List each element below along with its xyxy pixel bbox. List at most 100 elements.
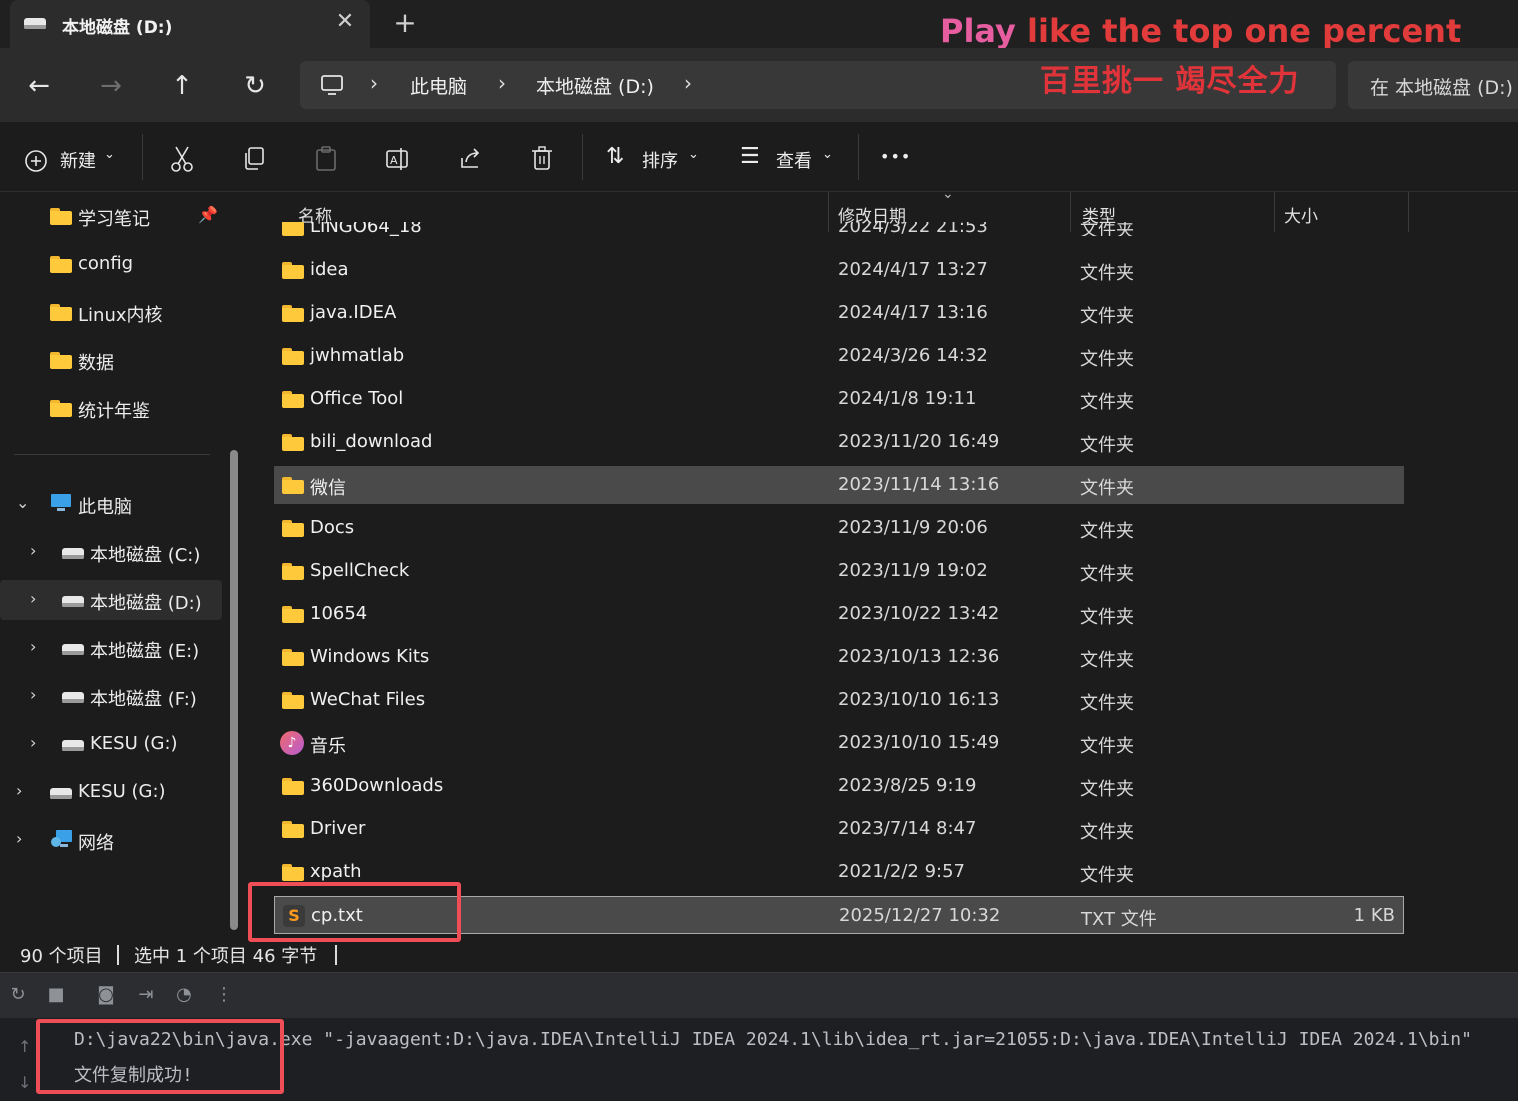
chevron-down-icon[interactable]: ⌄ [688, 147, 699, 162]
sidebar-item-linux-kernel[interactable]: Linux内核 [0, 292, 222, 332]
sidebar-item-this-pc[interactable]: ⌄ 此电脑 [0, 484, 222, 524]
sidebar-item-drive-g[interactable]: › KESU (G:) [0, 724, 222, 764]
file-date: 2023/11/9 19:02 [838, 560, 988, 581]
table-row[interactable]: bili_download 2023/11/20 16:49 文件夹 [274, 423, 1404, 461]
chevron-right-icon[interactable]: › [30, 637, 36, 656]
file-date: 2024/3/26 14:32 [838, 345, 988, 366]
chevron-down-icon[interactable]: ⌄ [104, 147, 115, 162]
file-type: 文件夹 [1080, 779, 1134, 800]
new-button[interactable]: 新建 [60, 147, 96, 173]
sidebar-item-study-notes[interactable]: 学习笔记 📌 [0, 196, 222, 236]
file-type: 文件夹 [1080, 822, 1134, 843]
chevron-right-icon[interactable]: › [30, 589, 36, 608]
chevron-right-icon[interactable]: › [498, 71, 506, 95]
column-divider[interactable] [1408, 192, 1409, 232]
new-tab-button[interactable]: + [390, 6, 420, 39]
folder-icon [282, 864, 304, 881]
navigation-pane: 学习笔记 📌 config Linux内核 数据 统计年鉴 ⌄ 此电脑 › 本地… [0, 192, 246, 937]
file-name: java.IDEA [310, 302, 397, 323]
table-row[interactable]: 360Downloads 2023/8/25 9:19 文件夹 [274, 767, 1404, 805]
refresh-button[interactable]: ↻ [235, 66, 275, 106]
sort-button[interactable]: 排序 [642, 147, 678, 173]
usb-drive-icon [50, 788, 72, 799]
sidebar-item-kesu-external[interactable]: › KESU (G:) [0, 772, 222, 812]
cut-icon[interactable] [170, 144, 194, 174]
table-row[interactable]: LINGO64_18 2024/3/22 21:53 文件夹 [274, 222, 1404, 236]
back-button[interactable]: ← [19, 66, 59, 106]
paste-icon[interactable] [314, 144, 338, 174]
computer-icon [51, 494, 71, 511]
table-row[interactable]: Office Tool 2024/1/8 19:11 文件夹 [274, 380, 1404, 418]
stop-icon[interactable]: ■ [44, 984, 68, 1008]
folder-icon [282, 821, 304, 838]
tab-local-disk-d[interactable]: 本地磁盘 (D:) ✕ [10, 0, 370, 48]
sidebar-item-data[interactable]: 数据 [0, 340, 222, 380]
view-button[interactable]: 查看 [776, 147, 812, 173]
file-type: 文件夹 [1080, 865, 1134, 886]
music-icon: ♪ [280, 731, 304, 755]
forward-button[interactable]: → [91, 66, 131, 106]
sidebar-item-drive-e[interactable]: › 本地磁盘 (E:) [0, 628, 222, 668]
chevron-right-icon[interactable]: › [16, 829, 22, 848]
file-type: 文件夹 [1080, 564, 1134, 585]
rename-icon[interactable]: A [385, 144, 411, 174]
file-date: 2021/2/2 9:57 [838, 861, 965, 882]
chevron-right-icon[interactable]: › [30, 733, 36, 752]
folder-icon [282, 391, 304, 408]
chevron-right-icon[interactable]: › [30, 541, 36, 560]
sidebar-item-config[interactable]: config [0, 244, 222, 284]
sidebar-item-drive-c[interactable]: › 本地磁盘 (C:) [0, 532, 222, 572]
highlight-box-console [36, 1019, 284, 1094]
file-type: 文件夹 [1080, 392, 1134, 413]
network-icon [51, 830, 72, 847]
file-name: WeChat Files [310, 689, 426, 710]
chevron-right-icon[interactable]: › [16, 781, 22, 800]
chevron-right-icon[interactable]: › [30, 685, 36, 704]
table-row[interactable]: SpellCheck 2023/11/9 19:02 文件夹 [274, 552, 1404, 590]
sidebar-item-drive-f[interactable]: › 本地磁盘 (F:) [0, 676, 222, 716]
table-row[interactable]: Windows Kits 2023/10/13 12:36 文件夹 [274, 638, 1404, 676]
table-row[interactable]: 微信 2023/11/14 13:16 文件夹 [274, 466, 1404, 504]
pin-icon[interactable]: 📌 [198, 205, 218, 224]
chevron-down-icon[interactable]: ⌄ [16, 493, 29, 512]
more-options-button[interactable]: ••• [880, 147, 911, 166]
up-button[interactable]: ↑ [162, 66, 202, 106]
folder-icon [282, 563, 304, 580]
chevron-right-icon[interactable]: › [370, 71, 378, 95]
file-name: idea [310, 259, 349, 280]
table-row[interactable]: WeChat Files 2023/10/10 16:13 文件夹 [274, 681, 1404, 719]
breadcrumb-this-pc[interactable]: 此电脑 [410, 72, 467, 99]
rerun-icon[interactable]: ↻ [6, 984, 30, 1008]
sidebar-item-yearbook[interactable]: 统计年鉴 [0, 388, 222, 428]
table-row[interactable]: 10654 2023/10/22 13:42 文件夹 [274, 595, 1404, 633]
search-box[interactable]: 在 本地磁盘 (D:) [1348, 61, 1518, 109]
sidebar-scrollbar[interactable] [230, 450, 238, 930]
drive-icon [62, 596, 84, 607]
table-row[interactable]: idea 2024/4/17 13:27 文件夹 [274, 251, 1404, 289]
camera-icon[interactable]: ◙ [94, 984, 118, 1008]
delete-icon[interactable] [530, 144, 554, 174]
table-row[interactable]: jwhmatlab 2024/3/26 14:32 文件夹 [274, 337, 1404, 375]
share-icon[interactable] [458, 144, 484, 174]
file-name: SpellCheck [310, 560, 410, 581]
breadcrumb-local-disk-d[interactable]: 本地磁盘 (D:) [536, 72, 654, 99]
gauge-icon[interactable]: ◔ [172, 984, 196, 1008]
table-row[interactable]: Driver 2023/7/14 8:47 文件夹 [274, 810, 1404, 848]
exit-icon[interactable]: ⇥ [134, 984, 158, 1008]
file-date: 2024/4/17 13:16 [838, 302, 988, 323]
table-row[interactable]: ♪ 音乐 2023/10/10 15:49 文件夹 [274, 724, 1404, 762]
table-row[interactable]: Docs 2023/11/9 20:06 文件夹 [274, 509, 1404, 547]
sidebar-item-network[interactable]: › 网络 [0, 820, 222, 860]
copy-icon[interactable] [242, 144, 266, 174]
sort-chevron-icon: ⌄ [942, 192, 954, 202]
more-vertical-icon[interactable]: ⋮ [212, 984, 236, 1008]
table-row[interactable]: java.IDEA 2024/4/17 13:16 文件夹 [274, 294, 1404, 332]
chevron-down-icon[interactable]: ⌄ [822, 147, 833, 162]
close-tab-icon[interactable]: ✕ [330, 9, 360, 34]
sidebar-item-drive-d[interactable]: › 本地磁盘 (D:) [0, 580, 222, 620]
chevron-right-icon[interactable]: › [684, 71, 692, 95]
scroll-down-icon[interactable]: ↓ [18, 1073, 31, 1092]
file-type: 文件夹 [1080, 435, 1134, 456]
drive-icon [24, 18, 46, 29]
scroll-up-icon[interactable]: ↑ [18, 1037, 31, 1056]
